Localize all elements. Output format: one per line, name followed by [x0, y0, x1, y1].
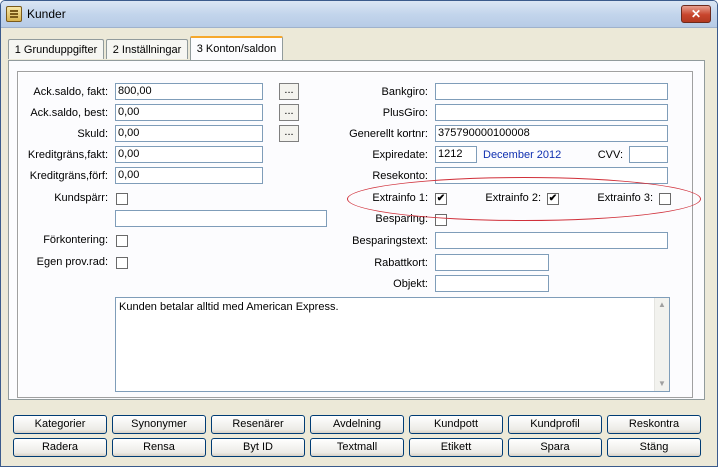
bankgiro-label: Bankgiro: — [381, 86, 428, 98]
resenarer-button[interactable]: Resenärer — [211, 415, 305, 434]
kreditgrans-forf-field[interactable]: 0,00 — [115, 167, 263, 184]
close-button[interactable]: ✕ — [681, 5, 711, 23]
rabattkort-field[interactable] — [435, 254, 549, 271]
app-icon — [6, 6, 22, 22]
objekt-label: Objekt: — [393, 278, 428, 290]
kategorier-button[interactable]: Kategorier — [13, 415, 107, 434]
ack-saldo-fakt-label: Ack.saldo, fakt: — [33, 86, 108, 98]
extrainfo-highlight-ellipse — [347, 177, 701, 221]
ack-saldo-fakt-field[interactable]: 800,00 — [115, 83, 263, 100]
egen-prov-rad-label: Egen prov.rad: — [36, 256, 108, 268]
tab-konton-saldon[interactable]: 3 Konton/saldon — [190, 36, 283, 60]
skuld-label: Skuld: — [77, 128, 108, 140]
notes-scrollbar[interactable]: ▲ ▼ — [654, 298, 669, 391]
kundsparr-checkbox[interactable] — [116, 193, 128, 205]
kundsparr-text-field[interactable] — [115, 210, 327, 227]
avdelning-button[interactable]: Avdelning — [310, 415, 404, 434]
cvv-field[interactable] — [629, 146, 668, 163]
ack-saldo-best-field[interactable]: 0,00 — [115, 104, 263, 121]
ack-saldo-best-ellipsis-button[interactable]: ... — [279, 104, 299, 121]
cvv-label: CVV: — [597, 149, 623, 161]
ack-saldo-fakt-ellipsis-button[interactable]: ... — [279, 83, 299, 100]
kundsparr-label: Kundspärr: — [54, 192, 108, 204]
plusgiro-field[interactable] — [435, 104, 668, 121]
notes-text: Kunden betalar alltid med American Expre… — [119, 301, 339, 313]
kortnr-label: Generellt kortnr: — [349, 128, 428, 140]
stang-button[interactable]: Stäng — [607, 438, 701, 457]
kundpott-button[interactable]: Kundpott — [409, 415, 503, 434]
expiredate-text: December 2012 — [483, 149, 562, 161]
kundprofil-button[interactable]: Kundprofil — [508, 415, 602, 434]
scroll-up-icon[interactable]: ▲ — [656, 299, 668, 311]
besparingstext-field[interactable] — [435, 232, 668, 249]
bankgiro-field[interactable] — [435, 83, 668, 100]
byt-id-button[interactable]: Byt ID — [211, 438, 305, 457]
ack-saldo-best-label: Ack.saldo, best: — [30, 107, 108, 119]
tab-installningar[interactable]: 2 Inställningar — [106, 39, 188, 59]
kreditgrans-fakt-label: Kreditgräns,fakt: — [27, 149, 108, 161]
objekt-field[interactable] — [435, 275, 549, 292]
etikett-button[interactable]: Etikett — [409, 438, 503, 457]
kreditgrans-forf-label: Kreditgräns,förf: — [29, 170, 108, 182]
spara-button[interactable]: Spara — [508, 438, 602, 457]
besparingstext-label: Besparingstext: — [352, 235, 428, 247]
tab-grunduppgifter[interactable]: 1 Grunduppgifter — [8, 39, 104, 59]
skuld-field[interactable]: 0,00 — [115, 125, 263, 142]
expiredate-field[interactable]: 1212 — [435, 146, 477, 163]
reskontra-button[interactable]: Reskontra — [607, 415, 701, 434]
kortnr-field[interactable]: 375790000100008 — [435, 125, 668, 142]
kunder-window: Kunder ✕ 1 Grunduppgifter 2 Inställninga… — [0, 0, 718, 467]
rabattkort-label: Rabattkort: — [374, 257, 428, 269]
forkontering-label: Förkontering: — [43, 234, 108, 246]
rensa-button[interactable]: Rensa — [112, 438, 206, 457]
title-bar[interactable]: Kunder ✕ — [1, 1, 717, 28]
textmall-button[interactable]: Textmall — [310, 438, 404, 457]
synonymer-button[interactable]: Synonymer — [112, 415, 206, 434]
forkontering-checkbox[interactable] — [116, 235, 128, 247]
scroll-down-icon[interactable]: ▼ — [656, 378, 668, 390]
skuld-ellipsis-button[interactable]: ... — [279, 125, 299, 142]
plusgiro-label: PlusGiro: — [382, 107, 428, 119]
kreditgrans-fakt-field[interactable]: 0,00 — [115, 146, 263, 163]
radera-button[interactable]: Radera — [13, 438, 107, 457]
notes-textarea[interactable]: Kunden betalar alltid med American Expre… — [115, 297, 670, 392]
expiredate-label: Expiredate: — [372, 149, 428, 161]
egen-prov-rad-checkbox[interactable] — [116, 257, 128, 269]
window-title: Kunder — [27, 7, 66, 21]
